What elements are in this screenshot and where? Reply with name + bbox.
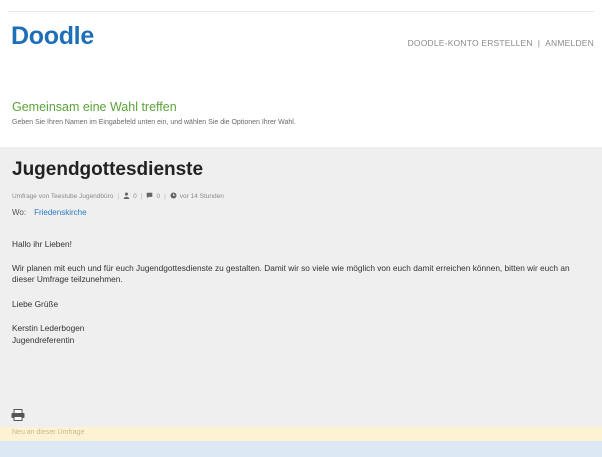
poll-author: Umfrage von Teestube Jugendbüro xyxy=(12,193,114,200)
comment-icon xyxy=(146,192,153,201)
clock-icon xyxy=(170,192,177,201)
meta-separator: | xyxy=(164,193,166,200)
doodle-logo[interactable]: Doodle xyxy=(11,22,94,51)
login-link[interactable]: ANMELDEN xyxy=(545,38,594,48)
nav-separator: | xyxy=(537,38,541,48)
poll-description: Hallo ihr Lieben! Wir planen mit euch un… xyxy=(12,239,590,346)
intro-subtitle: Geben Sie Ihren Namen im Eingabefeld unt… xyxy=(12,119,296,126)
poll-meta: Umfrage von Teestube Jugendbüro | 0 | 0 … xyxy=(12,192,224,201)
create-account-link[interactable]: DOODLE-KONTO ERSTELLEN xyxy=(408,38,533,48)
person-icon xyxy=(123,192,130,201)
poll-age: vor 14 Stunden xyxy=(179,193,224,200)
poll-details-panel: Jugendgottesdienste Umfrage von Teestube… xyxy=(0,147,602,427)
comment-count: 0 xyxy=(156,193,161,200)
print-icon[interactable] xyxy=(11,408,25,421)
new-participant-bar: Neu an dieser Umfrage xyxy=(0,427,602,441)
description-name: Kerstin Lederbogen xyxy=(12,323,85,333)
description-body: Wir planen mit euch und für euch Jugendg… xyxy=(12,262,570,285)
location-link[interactable]: Friedenskirche xyxy=(34,208,86,217)
meta-separator: | xyxy=(140,193,143,200)
top-divider xyxy=(8,11,594,12)
new-participant-label: Neu an dieser Umfrage xyxy=(12,429,85,436)
meta-separator: | xyxy=(117,193,120,200)
description-role: Jugendreferentin xyxy=(12,334,75,345)
poll-location: Wo: Friedenskirche xyxy=(12,208,87,217)
intro-section: Gemeinsam eine Wahl treffen Geben Sie Ih… xyxy=(12,100,592,126)
participant-count: 0 xyxy=(133,193,137,200)
location-label: Wo: xyxy=(12,208,27,217)
doodle-poll-page: Doodle DOODLE-KONTO ERSTELLEN | ANMELDEN… xyxy=(0,0,602,457)
description-closing: Liebe Grüße xyxy=(12,298,59,309)
intro-title: Gemeinsam eine Wahl treffen xyxy=(12,100,177,114)
description-greeting: Hallo ihr Lieben! xyxy=(12,239,72,249)
participant-table-header xyxy=(0,441,602,457)
top-navigation: DOODLE-KONTO ERSTELLEN | ANMELDEN xyxy=(408,38,594,48)
poll-title: Jugendgottesdienste xyxy=(12,159,204,180)
